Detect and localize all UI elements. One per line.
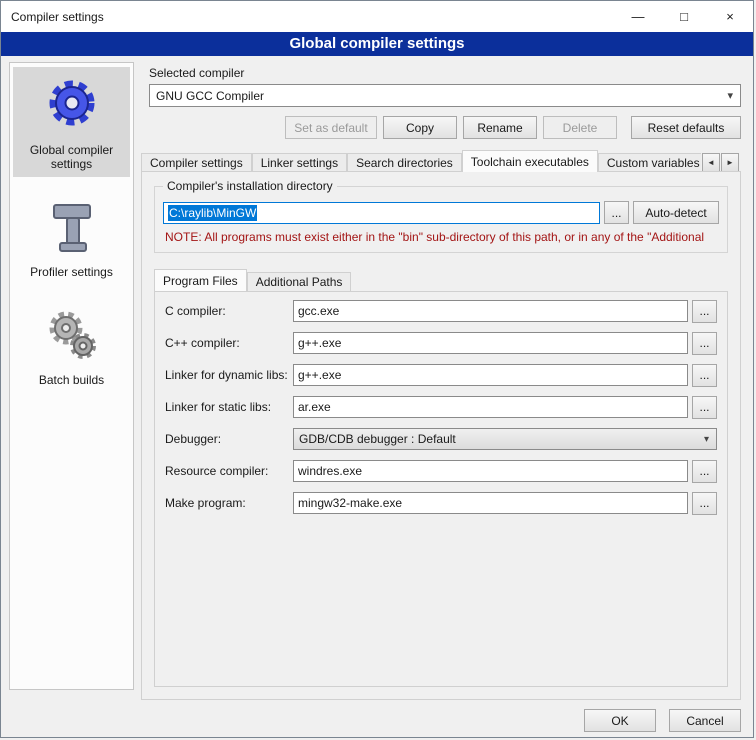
profiler-tool-icon xyxy=(40,195,104,259)
bin-subdirectory-note: NOTE: All programs must exist either in … xyxy=(165,230,717,244)
dynamic-linker-input[interactable]: g++.exe xyxy=(293,364,688,386)
tab-scroll-right-button[interactable]: ► xyxy=(721,153,739,172)
field-row-dynamic-linker: Linker for dynamic libs: g++.exe ... xyxy=(165,364,717,386)
copy-button[interactable]: Copy xyxy=(383,116,457,139)
tab-scroll-right-icon: ► xyxy=(726,158,734,167)
field-label: Make program: xyxy=(165,496,293,510)
field-row-debugger: Debugger: GDB/CDB debugger : Default ▾ xyxy=(165,428,717,450)
c-compiler-input[interactable]: gcc.exe xyxy=(293,300,688,322)
selected-compiler-label: Selected compiler xyxy=(149,66,244,80)
auto-detect-button[interactable]: Auto-detect xyxy=(633,201,719,224)
tabs-scroller: Compiler settingsLinker settingsSearch d… xyxy=(141,150,701,172)
dialog-footer: OK Cancel xyxy=(584,709,741,732)
sidebar-item-profiler-settings[interactable]: Profiler settings xyxy=(13,189,130,285)
tab-linker-settings[interactable]: Linker settings xyxy=(252,153,347,172)
field-label: Linker for dynamic libs: xyxy=(165,368,293,382)
chevron-down-icon: ▾ xyxy=(720,89,740,102)
minimize-icon: — xyxy=(632,9,645,24)
sidebar-item-label: Batch builds xyxy=(15,373,128,387)
main-area: Selected compiler GNU GCC Compiler ▾ Set… xyxy=(141,62,741,700)
close-button[interactable]: × xyxy=(707,1,753,32)
reset-defaults-button[interactable]: Reset defaults xyxy=(631,116,741,139)
field-label: Debugger: xyxy=(165,432,293,446)
install-dir-browse-button[interactable]: ... xyxy=(604,201,629,224)
program-files-tabstrip: Program FilesAdditional Paths xyxy=(154,269,728,291)
installation-directory-group-title: Compiler's installation directory xyxy=(163,179,337,193)
tab-scroll-left-button[interactable]: ◄ xyxy=(702,153,720,172)
dialog-content: Global compiler settings Profiler settin… xyxy=(1,56,753,738)
installation-directory-row: C:\raylib\MinGW ... Auto-detect xyxy=(163,201,719,224)
c-compiler-browse-button[interactable]: ... xyxy=(692,300,717,323)
rename-button[interactable]: Rename xyxy=(463,116,537,139)
sidebar-item-label: Global compiler settings xyxy=(15,143,128,171)
install-dir-input[interactable]: C:\raylib\MinGW xyxy=(163,202,600,224)
cancel-button[interactable]: Cancel xyxy=(669,709,741,732)
dynamic-linker-browse-button[interactable]: ... xyxy=(692,364,717,387)
cpp-compiler-input[interactable]: g++.exe xyxy=(293,332,688,354)
selected-compiler-dropdown[interactable]: GNU GCC Compiler ▾ xyxy=(149,84,741,107)
settings-tabstrip: Compiler settingsLinker settingsSearch d… xyxy=(141,150,741,172)
window-title: Compiler settings xyxy=(11,10,104,24)
window-controls: — □ × xyxy=(615,1,753,32)
set-as-default-button[interactable]: Set as default xyxy=(285,116,377,139)
gear-blue-icon xyxy=(40,73,104,137)
title-bar: Compiler settings — □ × xyxy=(1,1,753,32)
minimize-button[interactable]: — xyxy=(615,1,661,32)
debugger-select[interactable]: GDB/CDB debugger : Default ▾ xyxy=(293,428,717,450)
sidebar-item-batch-builds[interactable]: Batch builds xyxy=(13,297,130,393)
tab-toolchain-executables[interactable]: Toolchain executables xyxy=(462,150,598,172)
tab-additional-paths[interactable]: Additional Paths xyxy=(247,272,352,291)
toolchain-executables-panel: Compiler's installation directory C:\ray… xyxy=(141,171,741,700)
compiler-settings-dialog: Compiler settings — □ × Global compiler … xyxy=(0,0,754,738)
gear-gray-icon xyxy=(40,303,104,367)
tab-scroll-left-icon: ◄ xyxy=(707,158,715,167)
field-label: C compiler: xyxy=(165,304,293,318)
sidebar-item-global-compiler-settings[interactable]: Global compiler settings xyxy=(13,67,130,177)
tab-search-directories[interactable]: Search directories xyxy=(347,153,462,172)
field-row-static-linker: Linker for static libs: ar.exe ... xyxy=(165,396,717,418)
static-linker-input[interactable]: ar.exe xyxy=(293,396,688,418)
compiler-actions: Set as default Copy Rename Delete Reset … xyxy=(149,116,741,139)
field-value: mingw32-make.exe xyxy=(298,496,402,510)
chevron-down-icon: ▾ xyxy=(697,434,716,445)
static-linker-browse-button[interactable]: ... xyxy=(692,396,717,419)
resource-compiler-browse-button[interactable]: ... xyxy=(692,460,717,483)
dialog-header: Global compiler settings xyxy=(1,32,753,56)
ok-button[interactable]: OK xyxy=(584,709,656,732)
cpp-compiler-browse-button[interactable]: ... xyxy=(692,332,717,355)
field-value: gcc.exe xyxy=(298,304,339,318)
field-value: g++.exe xyxy=(298,368,341,382)
close-icon: × xyxy=(726,9,734,24)
field-value: ar.exe xyxy=(298,400,331,414)
sidebar-item-label: Profiler settings xyxy=(15,265,128,279)
program-files-panel: C compiler: gcc.exe ... C++ compiler: g+… xyxy=(154,291,728,687)
settings-category-list: Global compiler settings Profiler settin… xyxy=(9,62,134,690)
field-row-cpp-compiler: C++ compiler: g++.exe ... xyxy=(165,332,717,354)
field-value: windres.exe xyxy=(298,464,362,478)
selected-compiler-value: GNU GCC Compiler xyxy=(156,89,264,103)
tab-program-files[interactable]: Program Files xyxy=(154,269,247,291)
resource-compiler-input[interactable]: windres.exe xyxy=(293,460,688,482)
field-label: Linker for static libs: xyxy=(165,400,293,414)
field-label: C++ compiler: xyxy=(165,336,293,350)
maximize-icon: □ xyxy=(680,9,688,24)
make-program-input[interactable]: mingw32-make.exe xyxy=(293,492,688,514)
tab-compiler-settings[interactable]: Compiler settings xyxy=(141,153,252,172)
field-row-c-compiler: C compiler: gcc.exe ... xyxy=(165,300,717,322)
tab-scroll-buttons: ◄ ► xyxy=(702,153,739,172)
debugger-selected-value: GDB/CDB debugger : Default xyxy=(299,432,456,446)
make-program-browse-button[interactable]: ... xyxy=(692,492,717,515)
field-value: g++.exe xyxy=(298,336,341,350)
installation-directory-group: Compiler's installation directory C:\ray… xyxy=(154,186,728,253)
tab-custom-variables[interactable]: Custom variables xyxy=(598,153,701,172)
delete-button[interactable]: Delete xyxy=(543,116,617,139)
field-row-resource-compiler: Resource compiler: windres.exe ... xyxy=(165,460,717,482)
field-label: Resource compiler: xyxy=(165,464,293,478)
field-row-make-program: Make program: mingw32-make.exe ... xyxy=(165,492,717,514)
install-dir-value: C:\raylib\MinGW xyxy=(168,205,257,221)
maximize-button[interactable]: □ xyxy=(661,1,707,32)
